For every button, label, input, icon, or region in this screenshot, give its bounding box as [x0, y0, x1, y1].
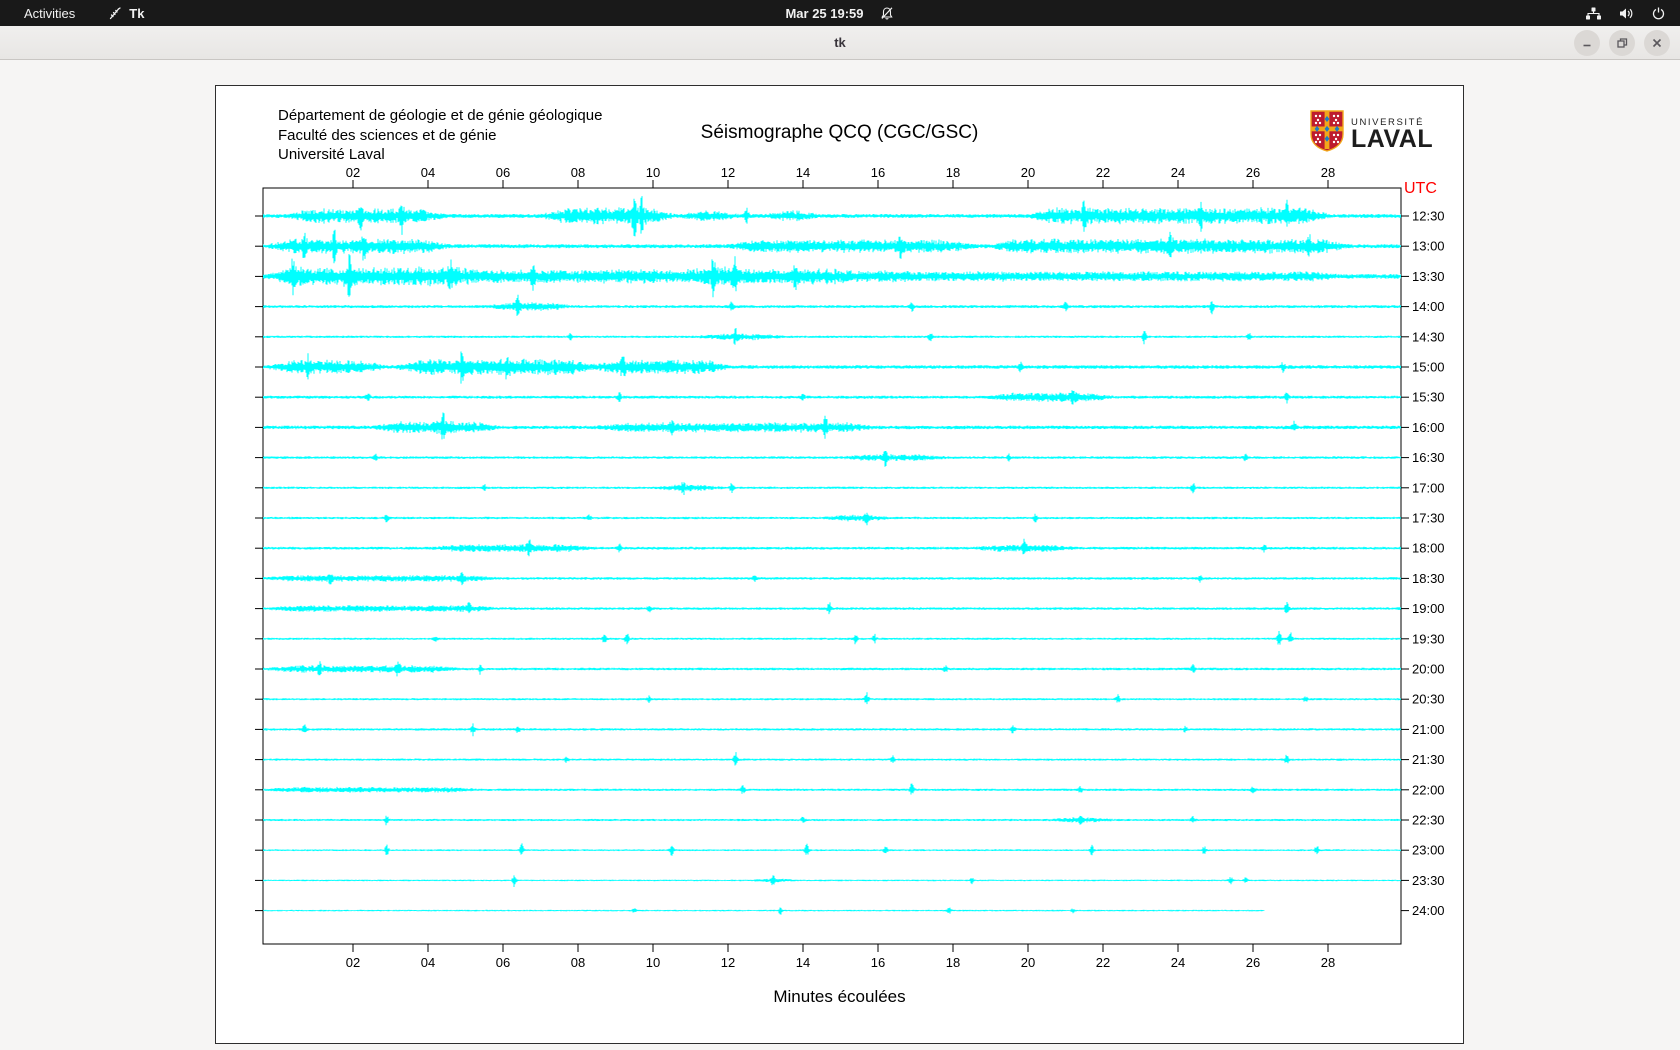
x-tick-label-top: 12: [721, 165, 735, 180]
seismogram-trace-15:30: [263, 390, 1401, 404]
seismogram-trace-12:30: [263, 196, 1401, 236]
x-tick-label-top: 14: [796, 165, 810, 180]
time-label: 19:00: [1412, 601, 1445, 616]
plot-border: [263, 188, 1401, 944]
seismogram-trace-20:00: [263, 661, 1401, 676]
close-button[interactable]: [1644, 30, 1670, 56]
x-tick-label-top: 20: [1021, 165, 1035, 180]
time-label: 14:30: [1412, 329, 1445, 344]
focused-app-name: Tk: [129, 6, 144, 21]
x-axis-title: Minutes écoulées: [773, 987, 905, 1007]
window-content: Département de géologie et de génie géol…: [0, 61, 1680, 1050]
seismogram-trace-16:30: [263, 451, 1401, 467]
seismogram-trace-22:00: [263, 784, 1401, 795]
seismogram-trace-23:00: [263, 843, 1401, 855]
focused-app-indicator[interactable]: Tk: [107, 6, 144, 21]
seismogram-trace-14:00: [263, 295, 1401, 316]
x-tick-label-bottom: 06: [496, 955, 510, 970]
seismogram-trace-22:30: [263, 816, 1401, 825]
restore-button[interactable]: [1609, 30, 1635, 56]
seismogram-trace-19:30: [263, 631, 1401, 645]
x-tick-label-bottom: 14: [796, 955, 810, 970]
time-label: 19:30: [1412, 631, 1445, 646]
x-tick-label-top: 02: [346, 165, 360, 180]
time-label: 13:30: [1412, 269, 1445, 284]
clock-menu[interactable]: Mar 25 19:59: [785, 6, 894, 21]
x-tick-label-top: 10: [646, 165, 660, 180]
volume-icon: [1618, 6, 1635, 21]
x-tick-label-top: 28: [1321, 165, 1335, 180]
x-tick-label-top: 24: [1171, 165, 1185, 180]
x-tick-label-bottom: 24: [1171, 955, 1185, 970]
x-tick-label-bottom: 22: [1096, 955, 1110, 970]
x-tick-label-bottom: 04: [421, 955, 435, 970]
x-tick-label-bottom: 18: [946, 955, 960, 970]
minimize-button[interactable]: [1574, 30, 1600, 56]
time-label: 15:30: [1412, 390, 1445, 405]
seismogram-trace-18:00: [263, 539, 1401, 556]
time-label: 21:00: [1412, 722, 1445, 737]
network-wired-icon: [1585, 6, 1602, 21]
time-label: 24:00: [1412, 903, 1445, 918]
time-label: 18:30: [1412, 571, 1445, 586]
x-tick-label-top: 08: [571, 165, 585, 180]
x-tick-label-top: 04: [421, 165, 435, 180]
time-label: 13:00: [1412, 239, 1445, 254]
trace-group: [263, 196, 1401, 915]
seismogram-trace-14:30: [263, 328, 1401, 345]
seismogram-trace-13:00: [263, 230, 1401, 263]
time-label: 20:30: [1412, 692, 1445, 707]
x-tick-label-top: 26: [1246, 165, 1260, 180]
window-titlebar[interactable]: tk: [0, 26, 1680, 60]
time-label: 16:30: [1412, 450, 1445, 465]
x-tick-label-bottom: 16: [871, 955, 885, 970]
x-tick-label-bottom: 12: [721, 955, 735, 970]
clock-text: Mar 25 19:59: [785, 6, 863, 21]
x-tick-label-bottom: 10: [646, 955, 660, 970]
x-tick-label-bottom: 26: [1246, 955, 1260, 970]
time-label: 17:00: [1412, 480, 1445, 495]
x-tick-label-top: 16: [871, 165, 885, 180]
time-label: 23:30: [1412, 873, 1445, 888]
system-status-area[interactable]: [1585, 6, 1666, 21]
x-tick-label-bottom: 02: [346, 955, 360, 970]
seismogram-trace-20:30: [263, 692, 1401, 704]
time-label: 15:00: [1412, 360, 1445, 375]
seismogram-trace-13:30: [263, 254, 1401, 297]
x-tick-label-top: 22: [1096, 165, 1110, 180]
seismogram-trace-23:30: [263, 875, 1401, 887]
time-label: 16:00: [1412, 420, 1445, 435]
seismogram-plot: 02 02 04 04 06 06 08 08 10 10 12 12 14 14 16 16 18 18 20 20…: [216, 86, 1465, 1045]
time-label: 18:00: [1412, 541, 1445, 556]
seismogram-trace-16:00: [263, 413, 1401, 440]
x-tick-label-bottom: 28: [1321, 955, 1335, 970]
time-label: 20:00: [1412, 662, 1445, 677]
seismogram-trace-17:00: [263, 482, 1401, 495]
notifications-muted-icon: [880, 6, 895, 21]
seismogram-trace-21:00: [263, 723, 1401, 736]
time-label: 17:30: [1412, 511, 1445, 526]
x-tick-label-top: 18: [946, 165, 960, 180]
time-label: 14:00: [1412, 299, 1445, 314]
time-label: 12:30: [1412, 209, 1445, 224]
seismogram-trace-19:00: [263, 602, 1401, 614]
window-title: tk: [834, 35, 846, 50]
activities-button[interactable]: Activities: [18, 4, 81, 23]
x-tick-label-bottom: 20: [1021, 955, 1035, 970]
time-label: 23:00: [1412, 843, 1445, 858]
power-icon: [1651, 6, 1666, 21]
x-tick-label-top: 06: [496, 165, 510, 180]
seismogram-trace-21:30: [263, 752, 1401, 765]
time-label: 21:30: [1412, 752, 1445, 767]
seismograph-figure: Département de géologie et de génie géol…: [215, 85, 1464, 1044]
seismogram-trace-24:00: [263, 908, 1264, 915]
gnome-top-bar: Activities Tk Mar 25 19:59: [0, 0, 1680, 26]
x-tick-label-bottom: 08: [571, 955, 585, 970]
tk-feather-icon: [107, 6, 122, 21]
seismogram-trace-15:00: [263, 352, 1401, 384]
time-label: 22:30: [1412, 813, 1445, 828]
time-label: 22:00: [1412, 782, 1445, 797]
seismogram-trace-18:30: [263, 572, 1401, 585]
seismogram-trace-17:30: [263, 513, 1401, 526]
